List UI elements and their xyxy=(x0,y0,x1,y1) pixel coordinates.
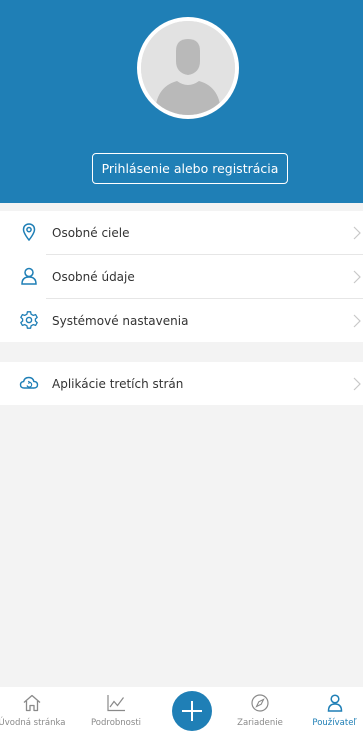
menu-group-apps: Aplikácie tretích strán xyxy=(0,362,363,405)
chevron-right-icon xyxy=(353,226,361,240)
gear-icon xyxy=(20,311,38,329)
tab-user[interactable]: Používateľ xyxy=(306,687,363,731)
chevron-right-icon xyxy=(353,314,361,328)
avatar[interactable] xyxy=(137,17,239,119)
chevron-right-icon xyxy=(353,270,361,284)
tab-label: Podrobnosti xyxy=(90,718,142,728)
menu-item-personal-goals[interactable]: Osobné ciele xyxy=(0,211,363,254)
tab-device[interactable]: Zariadenie xyxy=(224,687,296,731)
profile-header: Prihlásenie alebo registrácia xyxy=(0,0,363,203)
chevron-right-icon xyxy=(353,377,361,391)
tab-label: Používateľ xyxy=(312,718,357,728)
avatar-placeholder-icon xyxy=(141,21,235,115)
person-icon xyxy=(327,694,342,712)
home-icon xyxy=(23,694,41,712)
tab-label: Úvodná stránka xyxy=(0,718,66,728)
menu-item-personal-data[interactable]: Osobné údaje xyxy=(0,255,363,298)
menu-group-personal: Osobné ciele Osobné údaje Systémové nast… xyxy=(0,211,363,342)
plus-icon xyxy=(182,701,202,721)
location-pin-icon xyxy=(22,223,36,242)
add-button[interactable] xyxy=(172,691,212,731)
tab-home[interactable]: Úvodná stránka xyxy=(0,687,66,731)
tab-label: Zariadenie xyxy=(237,718,283,728)
menu-item-third-party-apps[interactable]: Aplikácie tretích strán xyxy=(0,362,363,405)
menu-item-label: Osobné údaje xyxy=(52,269,135,284)
menu-item-system-settings[interactable]: Systémové nastavenia xyxy=(0,299,363,342)
cloud-sync-icon xyxy=(19,376,39,389)
login-register-button[interactable]: Prihlásenie alebo registrácia xyxy=(92,153,288,184)
tab-details[interactable]: Podrobnosti xyxy=(80,687,152,731)
menu-item-label: Systémové nastavenia xyxy=(52,313,189,328)
menu-item-label: Osobné ciele xyxy=(52,225,130,240)
compass-icon xyxy=(251,694,269,712)
person-icon xyxy=(21,267,37,285)
chart-icon xyxy=(107,695,125,712)
menu-item-label: Aplikácie tretích strán xyxy=(52,376,184,391)
